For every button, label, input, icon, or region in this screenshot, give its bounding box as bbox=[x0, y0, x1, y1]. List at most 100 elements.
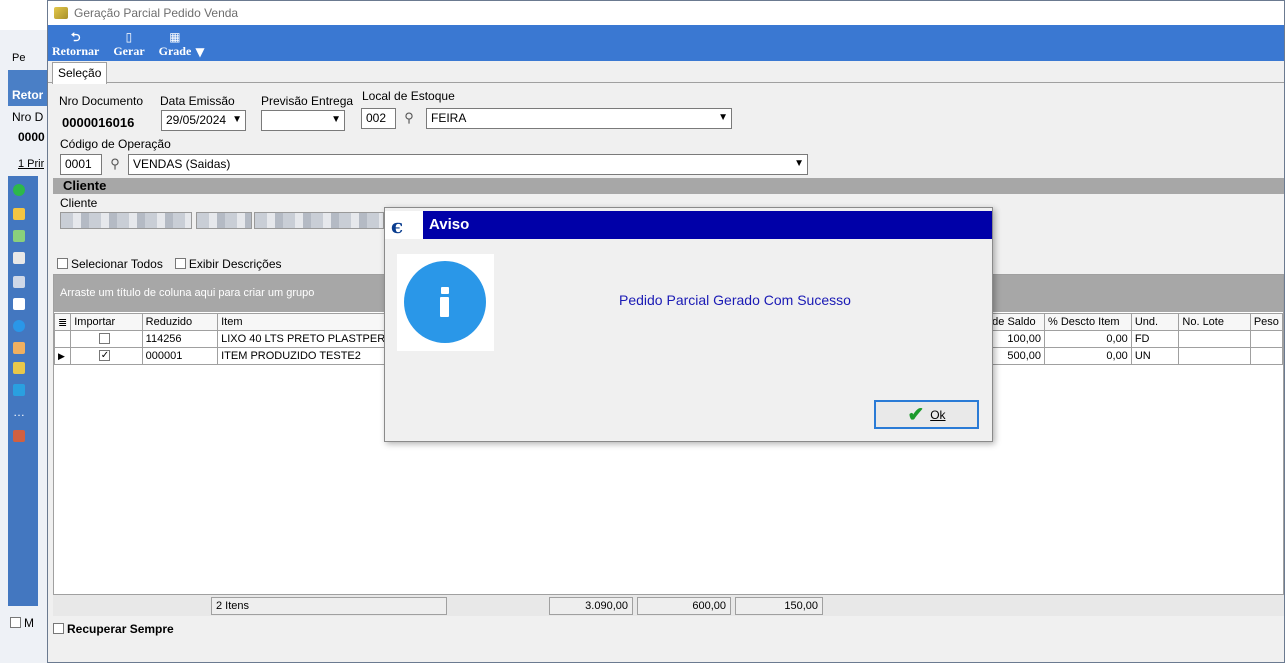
checkbox-icon[interactable] bbox=[57, 258, 68, 270]
checkbox-checked-icon[interactable]: ✓ bbox=[99, 349, 111, 361]
edit-icon[interactable] bbox=[13, 208, 25, 220]
app-logo-icon: ϵ bbox=[391, 214, 404, 238]
book-icon[interactable] bbox=[13, 342, 25, 354]
previsao-entrega-picker[interactable]: ▼ bbox=[261, 110, 345, 131]
add-icon[interactable] bbox=[13, 184, 25, 196]
generate-button[interactable]: ▯ Gerar bbox=[113, 30, 144, 59]
return-button[interactable]: ⮌ Retornar bbox=[52, 30, 99, 59]
cliente-label: Cliente bbox=[60, 196, 98, 210]
return-icon: ⮌ bbox=[70, 30, 81, 44]
title-bar: Geração Parcial Pedido Venda bbox=[48, 1, 1284, 25]
column-und[interactable]: Und. bbox=[1130, 313, 1180, 331]
data-emissao-picker[interactable]: 29/05/2024 ▼ bbox=[161, 110, 246, 131]
search-icon[interactable]: ⚲ bbox=[400, 109, 418, 127]
grid-footer: 2 Itens 3.090,00 600,00 150,00 bbox=[53, 594, 1284, 616]
cell-desconto[interactable]: 0,00 bbox=[1044, 330, 1132, 348]
codigo-operacao-code-input[interactable]: 0001 bbox=[60, 154, 102, 175]
exibir-descricoes-checkbox[interactable]: Exibir Descrições bbox=[174, 257, 282, 271]
cell-desconto[interactable]: 0,00 bbox=[1044, 347, 1132, 365]
grid-icon: ▦ bbox=[169, 30, 181, 44]
row-selector[interactable]: ▶ bbox=[53, 347, 72, 365]
tab-selecao[interactable]: Seleção bbox=[52, 62, 108, 84]
info-icon-bar bbox=[440, 297, 449, 317]
info-icon-box bbox=[397, 254, 494, 351]
cell-saldo[interactable]: 500,00 bbox=[988, 347, 1046, 365]
background-return-label[interactable]: Retor bbox=[12, 88, 43, 102]
codigo-operacao-select[interactable]: VENDAS (Saidas) ▼ bbox=[128, 154, 808, 175]
cell-reduzido[interactable]: 000001 bbox=[141, 347, 219, 365]
background-tab-label[interactable]: 1 Prir bbox=[18, 158, 44, 170]
background-bottom-label: M bbox=[10, 616, 34, 630]
row-selector-header[interactable]: ≣ bbox=[53, 313, 72, 331]
cliente-name-redacted[interactable] bbox=[254, 212, 384, 229]
chevron-down-icon[interactable]: ▼ bbox=[794, 158, 804, 169]
cliente-code-redacted[interactable] bbox=[60, 212, 192, 229]
report-icon[interactable] bbox=[13, 430, 25, 442]
cell-und[interactable]: FD bbox=[1130, 330, 1180, 348]
importar-checkbox[interactable]: ✓ bbox=[70, 347, 143, 365]
check-icon: ✔ bbox=[907, 403, 925, 426]
app-icon bbox=[54, 7, 68, 19]
column-desconto[interactable]: % Descto Item bbox=[1044, 313, 1132, 331]
codigo-operacao-label: Código de Operação bbox=[60, 137, 171, 151]
column-saldo[interactable]: de Saldo bbox=[988, 313, 1046, 331]
background-field-value: 0000 bbox=[18, 130, 45, 144]
column-lote[interactable]: No. Lote bbox=[1178, 313, 1251, 331]
bottom-bar: Recuperar Sempre bbox=[53, 622, 1284, 642]
background-tab[interactable]: Pe bbox=[12, 52, 25, 64]
column-peso[interactable]: Peso bbox=[1249, 313, 1284, 331]
aviso-dialog: ϵ Aviso Pedido Parcial Gerado Com Sucess… bbox=[384, 207, 993, 442]
sum-icon[interactable] bbox=[13, 384, 25, 396]
cliente-section-header: Cliente bbox=[53, 178, 1284, 194]
local-estoque-label: Local de Estoque bbox=[362, 89, 455, 103]
footer-total-2: 600,00 bbox=[637, 597, 731, 615]
footer-total-3: 150,00 bbox=[735, 597, 823, 615]
cell-peso[interactable] bbox=[1249, 330, 1284, 348]
checkbox-icon[interactable] bbox=[99, 332, 111, 344]
footer-count: 2 Itens bbox=[211, 597, 447, 615]
background-window: Pe Retor Nro D 0000 1 Prir … M bbox=[0, 0, 50, 663]
selecionar-todos-checkbox[interactable]: Selecionar Todos bbox=[57, 257, 163, 271]
footer-total-1: 3.090,00 bbox=[549, 597, 633, 615]
chevron-down-icon[interactable]: ▼ bbox=[718, 112, 728, 123]
filter-icon[interactable] bbox=[13, 276, 25, 288]
column-reduzido[interactable]: Reduzido bbox=[141, 313, 219, 331]
toolbar: ⮌ Retornar ▯ Gerar ▦ Grade ▼ bbox=[48, 25, 1284, 61]
cliente-field-redacted[interactable] bbox=[196, 212, 252, 229]
dialog-title: Aviso bbox=[423, 211, 992, 239]
chevron-down-icon[interactable]: ▼ bbox=[232, 114, 242, 125]
window-title: Geração Parcial Pedido Venda bbox=[74, 6, 239, 20]
cell-saldo[interactable]: 100,00 bbox=[988, 330, 1046, 348]
grid-options: Selecionar Todos Exibir Descrições bbox=[57, 257, 282, 271]
chevron-down-icon: ▼ bbox=[195, 45, 205, 59]
cell-lote[interactable] bbox=[1178, 347, 1251, 365]
chevron-down-icon[interactable]: ▼ bbox=[331, 114, 341, 125]
ok-button[interactable]: ✔ Ok bbox=[874, 400, 979, 429]
search-icon[interactable]: ⚲ bbox=[106, 155, 124, 173]
row-selector[interactable] bbox=[53, 330, 72, 348]
grade-dropdown-button[interactable]: ▼ bbox=[195, 45, 204, 59]
recuperar-sempre-checkbox[interactable]: Recuperar Sempre bbox=[53, 622, 174, 636]
dialog-header: ϵ Aviso bbox=[385, 211, 992, 239]
document-icon: ▯ bbox=[125, 30, 133, 44]
grid-icon[interactable] bbox=[13, 362, 25, 374]
cell-reduzido[interactable]: 114256 bbox=[141, 330, 219, 348]
list-icon[interactable] bbox=[13, 252, 25, 264]
background-field-label: Nro D bbox=[12, 110, 44, 124]
cell-und[interactable]: UN bbox=[1130, 347, 1180, 365]
info-icon bbox=[404, 261, 486, 343]
grade-button[interactable]: ▦ Grade bbox=[159, 30, 192, 59]
local-estoque-select[interactable]: FEIRA ▼ bbox=[426, 108, 732, 129]
info-icon[interactable] bbox=[13, 320, 25, 332]
previsao-entrega-label: Previsão Entrega bbox=[261, 94, 354, 108]
checkbox-icon[interactable] bbox=[174, 258, 186, 270]
checkbox-icon[interactable] bbox=[53, 623, 64, 635]
more-icon[interactable]: … bbox=[13, 406, 25, 420]
column-importar[interactable]: Importar bbox=[70, 313, 143, 331]
cell-lote[interactable] bbox=[1178, 330, 1251, 348]
chart-icon[interactable] bbox=[13, 230, 25, 242]
page-icon[interactable] bbox=[13, 298, 25, 310]
importar-checkbox[interactable] bbox=[70, 330, 143, 348]
local-estoque-code-input[interactable]: 002 bbox=[361, 108, 396, 129]
cell-peso[interactable] bbox=[1249, 347, 1284, 365]
